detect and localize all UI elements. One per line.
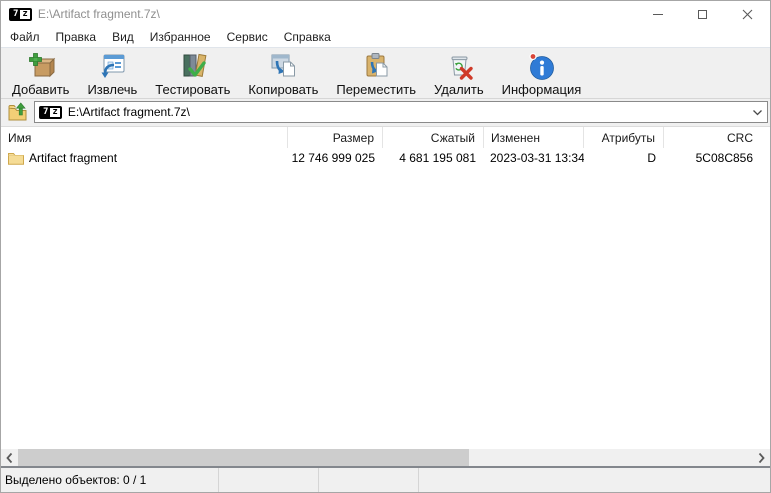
app-7z-icon: 7z	[9, 7, 32, 21]
column-header-name[interactable]: Имя	[1, 127, 288, 148]
row-attributes-cell: D	[647, 151, 656, 165]
minimize-icon	[652, 13, 663, 15]
window-controls	[635, 1, 770, 27]
extract-button-label: Извлечь	[87, 81, 138, 97]
menu-tools[interactable]: Сервис	[219, 28, 276, 46]
delete-button[interactable]: Удалить	[426, 48, 492, 98]
folder-up-icon	[8, 102, 26, 120]
chevron-right-icon	[758, 452, 765, 463]
column-header-attributes[interactable]: Атрибуты	[584, 127, 664, 148]
move-button-label: Переместить	[336, 81, 417, 97]
copy-button[interactable]: Копировать	[240, 48, 326, 98]
title-bar: 7z E:\Artifact fragment.7z\	[1, 1, 770, 27]
chevron-left-icon	[6, 452, 13, 463]
status-bar: Выделено объектов: 0 / 1	[1, 468, 770, 492]
address-dropdown-button[interactable]	[752, 109, 763, 116]
table-row[interactable]: Artifact fragment 12 746 999 025 4 681 1…	[1, 148, 770, 168]
minimize-button[interactable]	[635, 1, 680, 27]
move-icon	[360, 50, 392, 82]
row-modified-cell: 2023-03-31 13:34	[490, 151, 584, 165]
move-button[interactable]: Переместить	[328, 48, 424, 98]
test-icon	[177, 50, 209, 82]
column-header-modified[interactable]: Изменен	[484, 127, 584, 148]
row-name-cell: Artifact fragment	[1, 148, 288, 168]
column-header-packed[interactable]: Сжатый	[383, 127, 484, 148]
delete-button-label: Удалить	[434, 81, 484, 97]
row-name-label: Artifact fragment	[29, 151, 118, 165]
horizontal-scrollbar[interactable]	[1, 449, 770, 466]
extract-button[interactable]: Извлечь	[79, 48, 145, 98]
info-button[interactable]: Информация	[494, 48, 590, 98]
menu-file[interactable]: Файл	[2, 28, 48, 46]
test-button-label: Тестировать	[155, 81, 231, 97]
7zip-window: 7z E:\Artifact fragment.7z\ Файл Правка …	[0, 0, 771, 493]
scroll-right-button[interactable]	[753, 449, 770, 466]
add-button[interactable]: Добавить	[4, 48, 77, 98]
address-7z-icon: 7z	[39, 105, 62, 119]
address-bar: 7z E:\Artifact fragment.7z\	[1, 99, 770, 127]
copy-button-label: Копировать	[248, 81, 319, 97]
row-crc-cell: 5C08C856	[695, 151, 753, 165]
file-list-panel: Имя Размер Сжатый Изменен Атрибуты CRC A…	[1, 127, 770, 466]
scrollbar-track[interactable]	[18, 449, 753, 466]
column-header-size[interactable]: Размер	[288, 127, 383, 148]
info-button-label: Информация	[501, 81, 582, 97]
scroll-left-button[interactable]	[1, 449, 18, 466]
status-panel-3	[319, 468, 419, 492]
extract-icon	[96, 50, 128, 82]
close-icon	[742, 9, 753, 19]
close-button[interactable]	[725, 1, 770, 27]
folder-icon	[8, 151, 24, 165]
info-icon	[525, 50, 557, 82]
row-size-cell: 12 746 999 025	[291, 151, 375, 165]
copy-icon	[267, 50, 299, 82]
scrollbar-thumb[interactable]	[18, 449, 469, 466]
chevron-down-icon	[753, 109, 762, 115]
column-header-crc[interactable]: CRC	[664, 127, 770, 148]
toolbar: Добавить Извлечь Тестировать Копировать …	[1, 47, 770, 99]
delete-icon	[443, 50, 475, 82]
status-panel-2	[219, 468, 319, 492]
maximize-button[interactable]	[680, 1, 725, 27]
add-button-label: Добавить	[12, 81, 70, 97]
maximize-icon	[698, 9, 707, 19]
address-path-value: E:\Artifact fragment.7z\	[67, 105, 190, 119]
menu-view[interactable]: Вид	[104, 28, 142, 46]
list-header-row: Имя Размер Сжатый Изменен Атрибуты CRC	[1, 127, 770, 148]
menu-favorites[interactable]: Избранное	[142, 28, 219, 46]
test-button[interactable]: Тестировать	[147, 48, 238, 98]
menu-bar: Файл Правка Вид Избранное Сервис Справка	[1, 27, 770, 47]
up-one-level-button[interactable]	[3, 100, 31, 124]
add-archive-icon	[25, 50, 57, 82]
window-title: E:\Artifact fragment.7z\	[37, 7, 160, 21]
row-packed-cell: 4 681 195 081	[399, 151, 476, 165]
list-empty-area[interactable]	[1, 168, 770, 449]
status-selected-count: Выделено объектов: 0 / 1	[1, 468, 219, 492]
menu-help[interactable]: Справка	[276, 28, 339, 46]
address-combobox[interactable]: 7z E:\Artifact fragment.7z\	[34, 101, 768, 123]
status-panel-4	[419, 468, 770, 492]
menu-edit[interactable]: Правка	[48, 28, 105, 46]
